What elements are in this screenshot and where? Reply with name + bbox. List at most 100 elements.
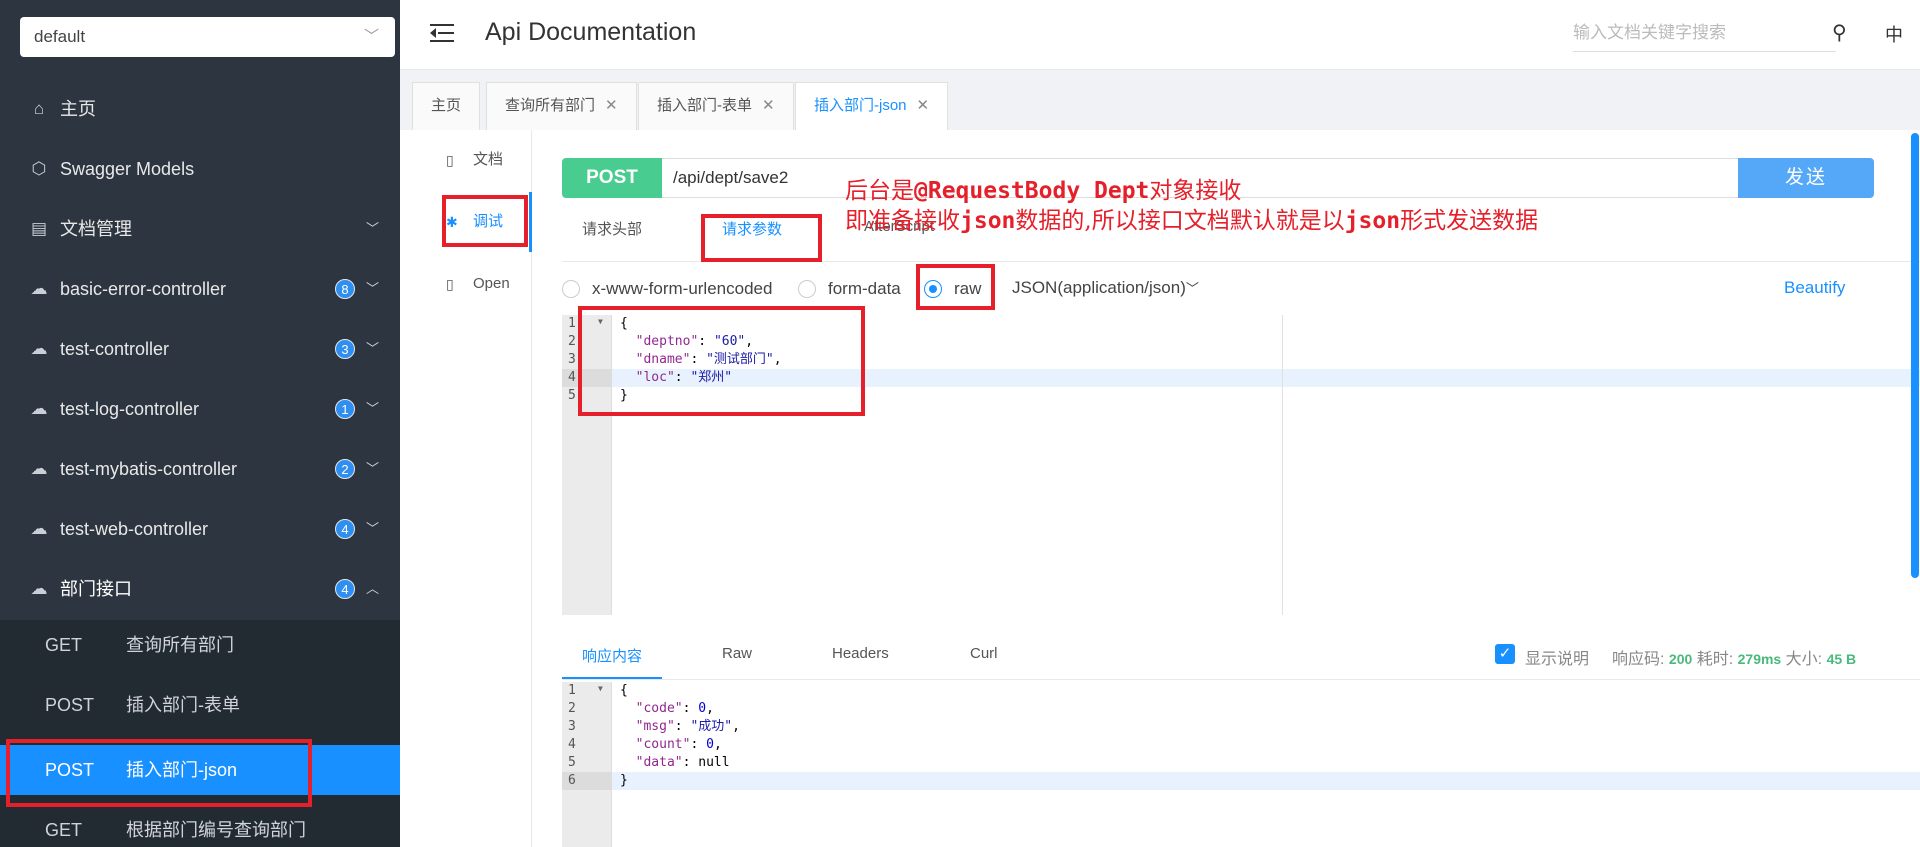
cube-icon: ⬡	[31, 159, 47, 178]
tab-response-raw[interactable]: Raw	[722, 645, 752, 662]
chevron-down-icon: ﹀	[366, 341, 380, 356]
sidebar-item-swagger-models[interactable]: ⬡ Swagger Models	[0, 139, 400, 199]
tab-response-headers[interactable]: Headers	[832, 645, 889, 662]
sidebar-item-label: test-controller	[60, 339, 170, 359]
content: ▯ 文档 ✱ 调试 ▯ Open POST 发送 请求头部 请求参数 After…	[400, 130, 1920, 847]
sidebar-item-label: test-log-controller	[60, 399, 200, 419]
cloud-icon: ☁	[30, 279, 48, 298]
radio-circle	[798, 280, 816, 298]
show-desc-label: 显示说明	[1525, 651, 1590, 668]
sub-item-get-dept-by-id[interactable]: GET 根据部门编号查询部门	[0, 805, 400, 847]
code-line: "code": 0,	[635, 701, 714, 716]
home-icon: ⌂	[33, 99, 45, 118]
close-icon[interactable]: ✕	[917, 97, 930, 114]
cloud-icon: ☁	[30, 579, 48, 598]
sidebar-item-label: 部门接口	[60, 579, 132, 599]
line-number: 2	[568, 701, 576, 716]
sidebar-item-label: basic-error-controller	[60, 279, 227, 299]
tab-label: 查询所有部门	[505, 97, 596, 114]
doc-manage-icon: ▤	[30, 219, 48, 238]
http-method: GET	[45, 635, 83, 655]
show-desc-checkbox[interactable]: ✓	[1495, 644, 1515, 664]
side-tab-label: Open	[473, 275, 510, 292]
chevron-down-icon: ﹀	[366, 221, 380, 236]
divider	[1282, 315, 1283, 615]
cloud-icon: ☁	[30, 399, 48, 418]
sub-item-label: 查询所有部门	[126, 635, 234, 655]
sidebar-item-home[interactable]: ⌂ 主页	[0, 79, 400, 139]
tab-insert-dept-form[interactable]: 插入部门-表单 ✕	[638, 82, 794, 130]
http-method: POST	[45, 695, 95, 715]
tab-label: 插入部门-表单	[657, 97, 752, 114]
close-icon[interactable]: ✕	[762, 97, 775, 114]
tab-response-curl[interactable]: Curl	[970, 645, 998, 662]
cloud-icon: ☁	[30, 459, 48, 478]
page-title: Api Documentation	[485, 18, 697, 46]
annotation-box-debug-tab	[442, 195, 528, 247]
response-status: 响应码: 200 耗时: 279ms 大小: 45 B	[1612, 651, 1857, 668]
tab-home[interactable]: 主页	[412, 82, 481, 130]
send-button[interactable]: 发送	[1738, 158, 1874, 198]
count-badge: 3	[335, 339, 355, 359]
code-line: "count": 0,	[635, 737, 722, 752]
sub-item-insert-dept-form[interactable]: POST 插入部门-表单	[0, 680, 400, 730]
line-number: 4	[568, 370, 576, 385]
sidebar-item-doc-manage[interactable]: ▤ 文档管理 ﹀	[0, 199, 400, 259]
http-method-badge[interactable]: POST	[562, 158, 662, 198]
file-icon: ▯	[446, 276, 454, 292]
code-line: "data": null	[635, 755, 730, 770]
sidebar-item-label: test-web-controller	[60, 519, 209, 539]
line-number: 3	[568, 352, 576, 367]
group-select[interactable]: default ﹀	[20, 17, 395, 57]
line-number: 6	[568, 773, 576, 788]
tab-get-all-depts[interactable]: 查询所有部门 ✕	[486, 82, 637, 130]
divider	[562, 679, 1920, 680]
search-icon[interactable]: ⚲	[1832, 20, 1847, 45]
line-number: 5	[568, 755, 576, 770]
sidebar-item-test-web-controller[interactable]: ☁ test-web-controller 4 ﹀	[0, 499, 400, 559]
close-icon[interactable]: ✕	[605, 97, 618, 114]
sub-item-get-all-depts[interactable]: GET 查询所有部门	[0, 620, 400, 670]
side-tab-open[interactable]: ▯ Open	[400, 254, 532, 314]
annotation-box-request-body	[578, 306, 865, 416]
line-gutter: 1 2 3 4 5 6 ▼	[562, 682, 612, 847]
tab-request-headers[interactable]: 请求头部	[582, 218, 642, 239]
search-input[interactable]	[1573, 14, 1836, 52]
cloud-icon: ☁	[30, 519, 48, 538]
sidebar-item-test-mybatis-controller[interactable]: ☁ test-mybatis-controller 2 ﹀	[0, 439, 400, 499]
annotation-text-line2: 即准备接收json数据的,所以接口文档默认就是以json形式发送数据	[845, 208, 1539, 234]
radio-label: form-data	[828, 279, 901, 298]
beautify-link[interactable]: Beautify	[1784, 278, 1845, 298]
count-badge: 8	[335, 279, 355, 299]
tab-response-content[interactable]: 响应内容	[582, 645, 642, 666]
sidebar-item-label: Swagger Models	[60, 159, 195, 179]
response-size: 45 B	[1826, 651, 1857, 667]
sidebar-item-basic-error-controller[interactable]: ☁ basic-error-controller 8 ﹀	[0, 259, 400, 319]
annotation-box-active-endpoint	[6, 739, 312, 807]
group-select-value: default	[34, 27, 86, 46]
sub-item-label: 插入部门-表单	[126, 695, 240, 715]
side-tab-label: 文档	[473, 151, 504, 168]
line-number: 4	[568, 737, 576, 752]
response-body-viewer[interactable]: 1 2 3 4 5 6 ▼ { "code": 0, "msg": "成功", …	[562, 682, 1920, 847]
menu-fold-icon[interactable]	[430, 18, 456, 48]
chevron-down-icon: ﹀	[1185, 281, 1199, 296]
sidebar-item-label: 文档管理	[60, 219, 132, 239]
content-type-select[interactable]: JSON(application/json)﹀	[1012, 278, 1199, 298]
sidebar: default ﹀ ⌂ 主页 ⬡ Swagger Models ▤ 文档管理 ﹀…	[0, 0, 400, 847]
tab-insert-dept-json[interactable]: 插入部门-json ✕	[795, 82, 949, 131]
radio-circle	[562, 280, 580, 298]
response-time: 279ms	[1737, 651, 1782, 667]
language-switch[interactable]: 中	[1885, 21, 1903, 47]
sidebar-item-dept-api[interactable]: ☁ 部门接口 4 ︿	[0, 559, 400, 619]
header: Api Documentation ⚲ 中	[400, 0, 1920, 70]
tab-label: 主页	[431, 97, 462, 114]
count-badge: 4	[335, 579, 355, 599]
fold-arrow-icon[interactable]: ▼	[598, 684, 603, 693]
sidebar-item-test-log-controller[interactable]: ☁ test-log-controller 1 ﹀	[0, 379, 400, 439]
annotation-box-raw-radio	[916, 264, 995, 310]
sidebar-item-test-controller[interactable]: ☁ test-controller 3 ﹀	[0, 319, 400, 379]
chevron-down-icon: ﹀	[366, 401, 380, 416]
side-tab-doc[interactable]: ▯ 文档	[400, 130, 532, 190]
scrollbar[interactable]	[1911, 133, 1919, 578]
